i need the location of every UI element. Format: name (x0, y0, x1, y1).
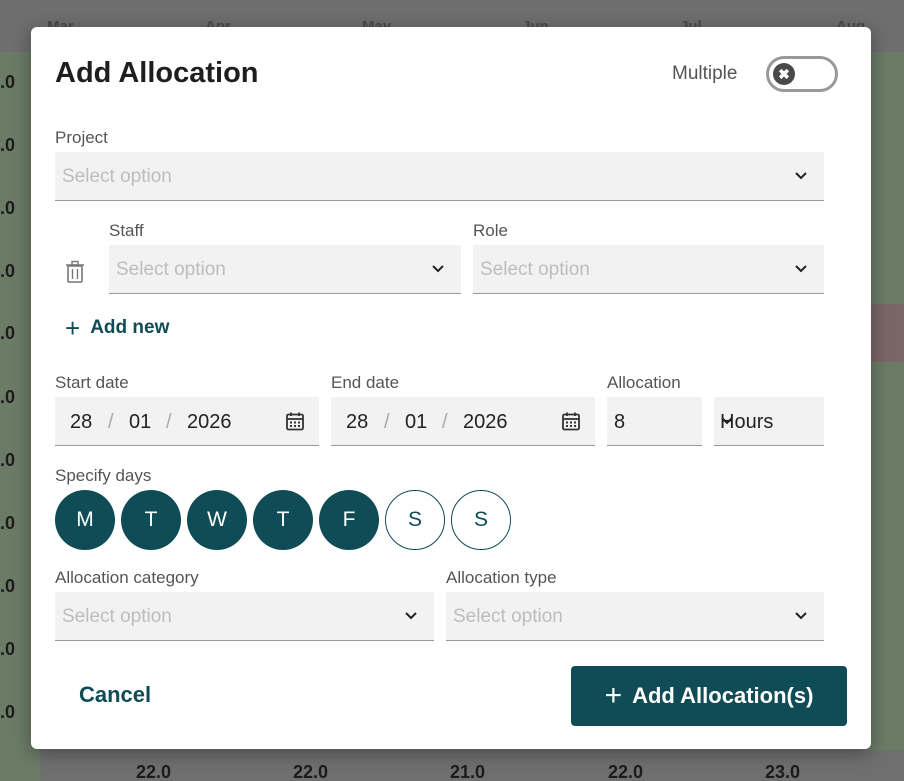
grid-cell: .0 (0, 72, 16, 92)
add-allocation-label: Add Allocation(s) (632, 683, 814, 708)
add-allocation-modal: Add Allocation Multiple ✖ Project Select… (31, 27, 871, 749)
chevron-down-icon (431, 262, 445, 276)
day-toggle-friday[interactable]: F (319, 490, 379, 550)
start-month[interactable]: 01 (129, 411, 151, 434)
modal-title: Add Allocation (55, 57, 259, 89)
chevron-down-icon (720, 414, 774, 428)
over-allocated-cell (871, 304, 904, 362)
role-placeholder: Select option (480, 259, 590, 280)
chevron-down-icon (794, 262, 808, 276)
day-toggle-tuesday[interactable]: T (121, 490, 181, 550)
allocation-label: Allocation (607, 373, 681, 392)
role-select[interactable]: Select option (473, 245, 824, 294)
start-date-input[interactable]: 28 / 01 / 2026 (55, 397, 319, 446)
specify-days-label: Specify days (55, 466, 152, 485)
grid-cell: .0 (0, 576, 16, 596)
add-allocation-button[interactable]: + Add Allocation(s) (571, 666, 847, 726)
chevron-down-icon (794, 609, 808, 623)
start-year[interactable]: 2026 (187, 411, 232, 434)
plus-icon: + (65, 313, 81, 343)
day-toggle-monday[interactable]: M (55, 490, 115, 550)
grid-cell: .0 (0, 323, 16, 343)
start-date-label: Start date (55, 373, 129, 392)
multiple-label: Multiple (672, 63, 738, 84)
allocation-category-placeholder: Select option (62, 606, 172, 627)
date-separator: / (166, 411, 172, 433)
grid-cell: .0 (0, 135, 16, 155)
date-separator: / (108, 411, 114, 433)
allocation-type-select[interactable]: Select option (446, 592, 824, 641)
chevron-down-icon (404, 609, 418, 623)
total-cell: 23.0 (765, 762, 801, 781)
allocation-category-label: Allocation category (55, 568, 199, 587)
allocation-unit-select[interactable]: Hours (714, 397, 824, 446)
plus-icon: + (604, 679, 623, 712)
end-date-input[interactable]: 28 / 01 / 2026 (331, 397, 595, 446)
grid-cell: .0 (0, 450, 16, 470)
calendar-icon[interactable] (285, 411, 305, 431)
grid-cell: .0 (0, 702, 16, 722)
date-separator: / (384, 411, 390, 433)
calendar-icon[interactable] (561, 411, 581, 431)
project-placeholder: Select option (62, 166, 172, 187)
staff-label: Staff (109, 221, 144, 240)
grid-cell: .0 (0, 198, 16, 218)
cancel-button[interactable]: Cancel (79, 682, 151, 708)
grid-cell: .0 (0, 261, 16, 281)
project-select[interactable]: Select option (55, 152, 824, 201)
chevron-down-icon (794, 169, 808, 183)
end-year[interactable]: 2026 (463, 411, 508, 434)
day-toggle-wednesday[interactable]: W (187, 490, 247, 550)
allocation-type-placeholder: Select option (453, 606, 563, 627)
total-cell: 22.0 (136, 762, 172, 781)
grid-cell: .0 (0, 387, 16, 407)
multiple-toggle[interactable]: ✖ (766, 56, 838, 92)
role-label: Role (473, 221, 508, 240)
total-cell: 21.0 (450, 762, 486, 781)
start-day[interactable]: 28 (70, 411, 92, 434)
allocation-input[interactable]: 8 (607, 397, 702, 446)
add-new-button[interactable]: + Add new (65, 313, 170, 343)
day-toggle-saturday[interactable]: S (385, 490, 445, 550)
staff-select[interactable]: Select option (109, 245, 461, 294)
total-cell: 22.0 (293, 762, 329, 781)
end-month[interactable]: 01 (405, 411, 427, 434)
grid-cell: .0 (0, 513, 16, 533)
add-new-label: Add new (90, 317, 170, 338)
trash-icon[interactable] (64, 260, 86, 284)
total-cell: 22.0 (608, 762, 644, 781)
end-date-label: End date (331, 373, 400, 392)
day-toggle-sunday[interactable]: S (451, 490, 511, 550)
day-toggle-thursday[interactable]: T (253, 490, 313, 550)
grid-cell: .0 (0, 639, 16, 659)
date-separator: / (442, 411, 448, 433)
staff-placeholder: Select option (116, 259, 226, 280)
close-icon: ✖ (773, 63, 795, 85)
project-label: Project (55, 128, 108, 147)
allocation-category-select[interactable]: Select option (55, 592, 434, 641)
allocation-type-label: Allocation type (446, 568, 557, 587)
end-day[interactable]: 28 (346, 411, 368, 434)
allocation-value: 8 (614, 411, 626, 433)
